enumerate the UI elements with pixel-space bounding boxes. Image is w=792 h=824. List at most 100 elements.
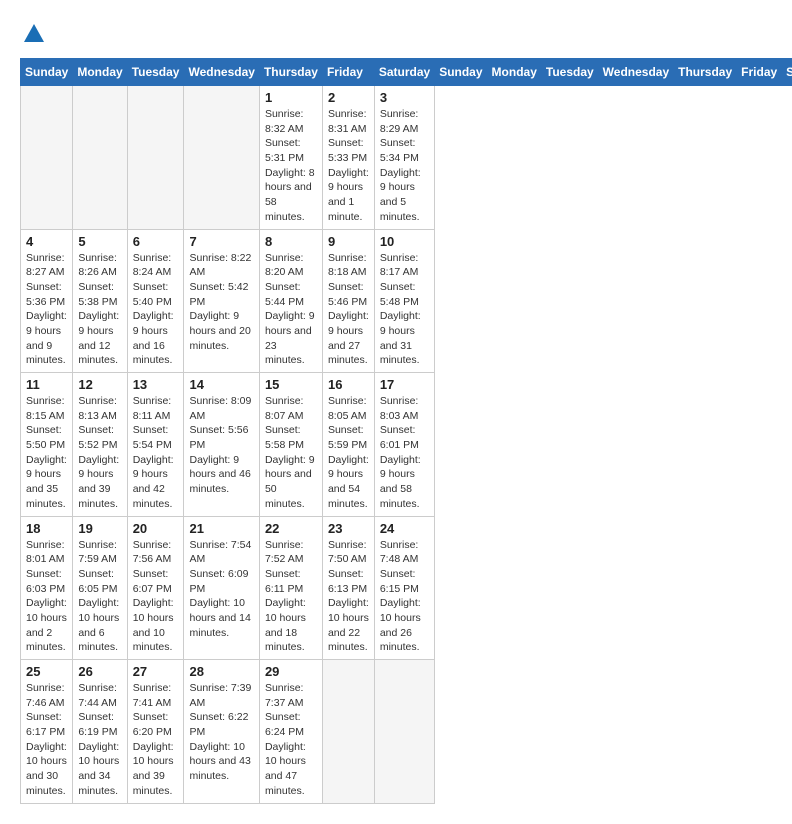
col-header-tuesday: Tuesday bbox=[127, 59, 184, 86]
day-number: 7 bbox=[189, 234, 253, 249]
day-detail: Sunrise: 8:22 AMSunset: 5:42 PMDaylight:… bbox=[189, 251, 253, 354]
calendar-cell: 2 Sunrise: 8:31 AMSunset: 5:33 PMDaylight… bbox=[322, 86, 374, 230]
day-number: 22 bbox=[265, 521, 317, 536]
day-number: 8 bbox=[265, 234, 317, 249]
day-number: 13 bbox=[133, 377, 179, 392]
calendar-cell: 3Sunrise: 8:29 AMSunset: 5:34 PMDaylight… bbox=[374, 86, 434, 230]
col-header-friday: Friday bbox=[737, 59, 782, 86]
col-header-thursday: Thursday bbox=[259, 59, 322, 86]
col-header-thursday: Thursday bbox=[674, 59, 737, 86]
calendar-cell: 18Sunrise: 8:01 AMSunset: 6:03 PMDayligh… bbox=[21, 516, 73, 660]
calendar-cell bbox=[73, 86, 127, 230]
col-header-wednesday: Wednesday bbox=[184, 59, 259, 86]
day-number: 5 bbox=[78, 234, 121, 249]
calendar-week-2: 11 Sunrise: 8:15 AMSunset: 5:50 PMDayligh… bbox=[21, 373, 792, 517]
col-header-monday: Monday bbox=[73, 59, 127, 86]
col-header-saturday: Saturday bbox=[782, 59, 792, 86]
calendar-cell: 4Sunrise: 8:27 AMSunset: 5:36 PMDaylight… bbox=[21, 229, 73, 373]
col-header-wednesday: Wednesday bbox=[598, 59, 673, 86]
calendar-header-row: SundayMondayTuesdayWednesdayThursdayFrid… bbox=[21, 59, 792, 86]
calendar-cell: 24 Sunrise: 7:48 AMSunset: 6:15 PMDayligh… bbox=[374, 516, 434, 660]
col-header-sunday: Sunday bbox=[21, 59, 73, 86]
col-header-saturday: Saturday bbox=[374, 59, 434, 86]
day-detail: Sunrise: 8:20 AMSunset: 5:44 PMDaylight:… bbox=[265, 251, 317, 369]
day-detail: Sunrise: 7:48 AMSunset: 6:15 PMDaylight:… bbox=[380, 538, 429, 656]
calendar-cell: 16 Sunrise: 8:05 AMSunset: 5:59 PMDayligh… bbox=[322, 373, 374, 517]
day-detail: Sunrise: 8:05 AMSunset: 5:59 PMDaylight:… bbox=[328, 394, 369, 512]
day-number: 25 bbox=[26, 664, 67, 679]
calendar-cell: 26 Sunrise: 7:44 AMSunset: 6:19 PMDayligh… bbox=[73, 660, 127, 804]
calendar-cell: 19Sunrise: 7:59 AMSunset: 6:05 PMDayligh… bbox=[73, 516, 127, 660]
day-number: 19 bbox=[78, 521, 121, 536]
day-detail: Sunrise: 8:11 AMSunset: 5:54 PMDaylight:… bbox=[133, 394, 179, 512]
day-detail: Sunrise: 7:46 AMSunset: 6:17 PMDaylight:… bbox=[26, 681, 67, 799]
calendar-cell bbox=[322, 660, 374, 804]
page-header bbox=[20, 20, 772, 48]
day-number: 16 bbox=[328, 377, 369, 392]
day-detail: Sunrise: 8:13 AMSunset: 5:52 PMDaylight:… bbox=[78, 394, 121, 512]
day-detail: Sunrise: 7:52 AMSunset: 6:11 PMDaylight:… bbox=[265, 538, 317, 656]
calendar-cell: 6Sunrise: 8:24 AMSunset: 5:40 PMDaylight… bbox=[127, 229, 184, 373]
calendar-cell bbox=[374, 660, 434, 804]
day-number: 17 bbox=[380, 377, 429, 392]
day-number: 18 bbox=[26, 521, 67, 536]
calendar-cell: 14 Sunrise: 8:09 AMSunset: 5:56 PMDayligh… bbox=[184, 373, 259, 517]
day-detail: Sunrise: 8:32 AMSunset: 5:31 PMDaylight:… bbox=[265, 107, 317, 225]
calendar-cell: 12Sunrise: 8:13 AMSunset: 5:52 PMDayligh… bbox=[73, 373, 127, 517]
day-detail: Sunrise: 7:54 AMSunset: 6:09 PMDaylight:… bbox=[189, 538, 253, 641]
day-detail: Sunrise: 8:09 AMSunset: 5:56 PMDaylight:… bbox=[189, 394, 253, 497]
calendar-cell: 28 Sunrise: 7:39 AMSunset: 6:22 PMDayligh… bbox=[184, 660, 259, 804]
calendar-cell: 27Sunrise: 7:41 AMSunset: 6:20 PMDayligh… bbox=[127, 660, 184, 804]
day-number: 11 bbox=[26, 377, 67, 392]
calendar-week-4: 25 Sunrise: 7:46 AMSunset: 6:17 PMDayligh… bbox=[21, 660, 792, 804]
day-detail: Sunrise: 7:39 AMSunset: 6:22 PMDaylight:… bbox=[189, 681, 253, 784]
calendar-cell: 29Sunrise: 7:37 AMSunset: 6:24 PMDayligh… bbox=[259, 660, 322, 804]
calendar-cell: 13 Sunrise: 8:11 AMSunset: 5:54 PMDayligh… bbox=[127, 373, 184, 517]
day-number: 20 bbox=[133, 521, 179, 536]
day-number: 2 bbox=[328, 90, 369, 105]
col-header-tuesday: Tuesday bbox=[541, 59, 598, 86]
day-detail: Sunrise: 7:50 AMSunset: 6:13 PMDaylight:… bbox=[328, 538, 369, 656]
calendar-cell bbox=[21, 86, 73, 230]
day-detail: Sunrise: 8:26 AMSunset: 5:38 PMDaylight:… bbox=[78, 251, 121, 369]
day-number: 24 bbox=[380, 521, 429, 536]
day-number: 14 bbox=[189, 377, 253, 392]
day-detail: Sunrise: 8:07 AMSunset: 5:58 PMDaylight:… bbox=[265, 394, 317, 512]
day-detail: Sunrise: 7:44 AMSunset: 6:19 PMDaylight:… bbox=[78, 681, 121, 799]
calendar-cell: 20Sunrise: 7:56 AMSunset: 6:07 PMDayligh… bbox=[127, 516, 184, 660]
day-detail: Sunrise: 8:03 AMSunset: 6:01 PMDaylight:… bbox=[380, 394, 429, 512]
calendar-cell bbox=[184, 86, 259, 230]
day-detail: Sunrise: 8:15 AMSunset: 5:50 PMDaylight:… bbox=[26, 394, 67, 512]
day-number: 28 bbox=[189, 664, 253, 679]
calendar-cell: 11 Sunrise: 8:15 AMSunset: 5:50 PMDayligh… bbox=[21, 373, 73, 517]
calendar-cell: 23 Sunrise: 7:50 AMSunset: 6:13 PMDayligh… bbox=[322, 516, 374, 660]
calendar-cell: 1 Sunrise: 8:32 AMSunset: 5:31 PMDaylight… bbox=[259, 86, 322, 230]
calendar-cell: 7 Sunrise: 8:22 AMSunset: 5:42 PMDaylight… bbox=[184, 229, 259, 373]
calendar-week-0: 1 Sunrise: 8:32 AMSunset: 5:31 PMDaylight… bbox=[21, 86, 792, 230]
col-header-monday: Monday bbox=[487, 59, 541, 86]
calendar-cell: 5 Sunrise: 8:26 AMSunset: 5:38 PMDaylight… bbox=[73, 229, 127, 373]
day-number: 26 bbox=[78, 664, 121, 679]
day-detail: Sunrise: 8:24 AMSunset: 5:40 PMDaylight:… bbox=[133, 251, 179, 369]
calendar-week-3: 18Sunrise: 8:01 AMSunset: 6:03 PMDayligh… bbox=[21, 516, 792, 660]
day-number: 4 bbox=[26, 234, 67, 249]
calendar-cell: 9Sunrise: 8:18 AMSunset: 5:46 PMDaylight… bbox=[322, 229, 374, 373]
logo bbox=[20, 20, 52, 48]
day-number: 23 bbox=[328, 521, 369, 536]
day-detail: Sunrise: 8:29 AMSunset: 5:34 PMDaylight:… bbox=[380, 107, 429, 225]
day-number: 1 bbox=[265, 90, 317, 105]
calendar-table: SundayMondayTuesdayWednesdayThursdayFrid… bbox=[20, 58, 792, 804]
calendar-cell bbox=[127, 86, 184, 230]
day-detail: Sunrise: 8:31 AMSunset: 5:33 PMDaylight:… bbox=[328, 107, 369, 225]
day-detail: Sunrise: 7:37 AMSunset: 6:24 PMDaylight:… bbox=[265, 681, 317, 799]
col-header-friday: Friday bbox=[322, 59, 374, 86]
calendar-cell: 8 Sunrise: 8:20 AMSunset: 5:44 PMDaylight… bbox=[259, 229, 322, 373]
logo-icon bbox=[20, 20, 48, 48]
calendar-cell: 17 Sunrise: 8:03 AMSunset: 6:01 PMDayligh… bbox=[374, 373, 434, 517]
day-number: 15 bbox=[265, 377, 317, 392]
day-number: 21 bbox=[189, 521, 253, 536]
calendar-cell: 22 Sunrise: 7:52 AMSunset: 6:11 PMDayligh… bbox=[259, 516, 322, 660]
calendar-cell: 15 Sunrise: 8:07 AMSunset: 5:58 PMDayligh… bbox=[259, 373, 322, 517]
calendar-cell: 25 Sunrise: 7:46 AMSunset: 6:17 PMDayligh… bbox=[21, 660, 73, 804]
day-detail: Sunrise: 7:41 AMSunset: 6:20 PMDaylight:… bbox=[133, 681, 179, 799]
